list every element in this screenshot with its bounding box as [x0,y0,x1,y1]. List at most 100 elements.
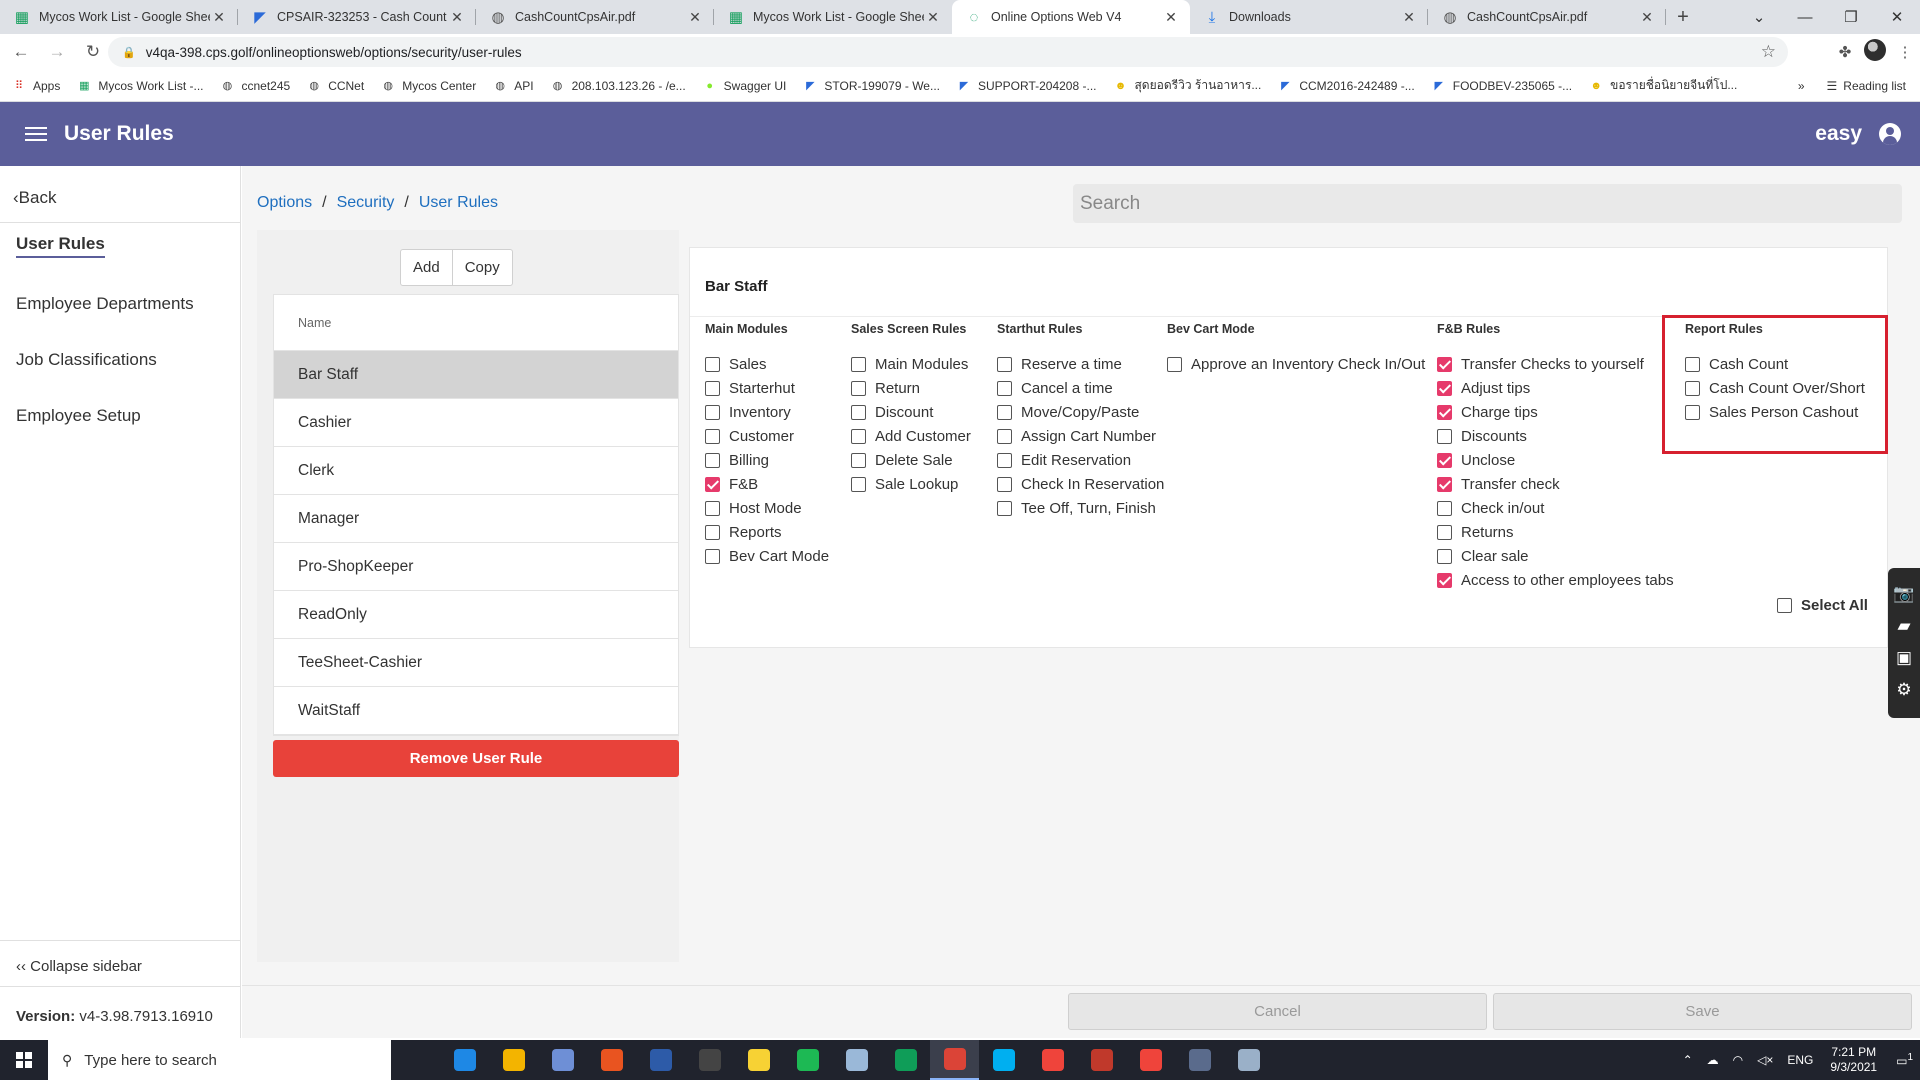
sidebar-item-employee-departments[interactable]: Employee Departments [16,294,194,314]
notepad-icon[interactable] [832,1040,881,1080]
spotify-icon[interactable] [783,1040,832,1080]
checkbox-box[interactable] [705,428,720,444]
reading-list-link[interactable]: Reading list [1843,79,1906,93]
rule-checkbox[interactable]: Tee Off, Turn, Finish [997,496,1164,520]
checkbox-box[interactable] [851,428,866,444]
browser-tab[interactable]: ◍ CashCountCpsAir.pdf ✕ [1428,0,1666,34]
maximize-button[interactable]: ❐ [1828,8,1874,26]
checkbox-box[interactable] [1437,356,1452,372]
rule-checkbox[interactable]: Reports [705,520,829,544]
collapse-sidebar-button[interactable]: ‹‹ Collapse sidebar [16,958,142,975]
gear-icon[interactable]: ⚙ [1896,674,1911,706]
rule-checkbox[interactable]: Transfer check [1437,472,1674,496]
checkbox-box[interactable] [851,452,866,468]
file-explorer-icon[interactable] [489,1040,538,1080]
rule-checkbox[interactable]: Discounts [1437,424,1674,448]
rule-checkbox[interactable]: Host Mode [705,496,829,520]
checkbox-box[interactable] [997,356,1012,372]
rule-checkbox[interactable]: Starterhut [705,376,829,400]
lock-icon[interactable]: 🔒 [122,46,136,59]
checkbox-box[interactable] [851,380,866,396]
add-button[interactable]: Add [401,250,452,285]
rule-checkbox[interactable]: Assign Cart Number [997,424,1164,448]
checkbox-box[interactable] [1167,356,1182,372]
close-tab-icon[interactable]: ✕ [1400,9,1418,26]
checkbox-box[interactable] [705,380,720,396]
language-indicator[interactable]: ENG [1787,1053,1813,1067]
clock[interactable]: 7:21 PM 9/3/2021 [1830,1045,1877,1075]
bookmark-item[interactable]: ☻ ขอรายชื่อนิยายจีนที่โป... [1589,76,1737,95]
checkbox-box[interactable] [705,548,720,564]
checkbox-box[interactable] [1437,476,1452,492]
rule-checkbox[interactable]: Reserve a time [997,352,1164,376]
rule-checkbox[interactable]: Check In Reservation [997,472,1164,496]
close-tab-icon[interactable]: ✕ [686,9,704,26]
browser-tab[interactable]: ⤓ Downloads ✕ [1190,0,1428,34]
column-header-name[interactable]: Name [274,295,678,351]
browser-tab[interactable]: ◍ CashCountCpsAir.pdf ✕ [476,0,714,34]
camera-icon[interactable]: 📷 [1893,578,1914,610]
bookmark-item[interactable]: ⠿ Apps [12,79,60,93]
user-rule-row[interactable]: Manager [274,495,678,543]
bookmark-item[interactable]: ◍ 208.103.123.26 - /e... [551,79,686,93]
user-rule-row[interactable]: ReadOnly [274,591,678,639]
reading-list-icon[interactable]: ☰ [1827,79,1838,93]
bookmark-item[interactable]: ◤ FOODBEV-235065 -... [1432,79,1573,93]
back-arrow-icon[interactable]: ← [6,42,36,62]
tab-search-icon[interactable]: ⌄ [1736,8,1782,26]
extensions-icon[interactable]: ✤ [1830,43,1860,61]
ubuntu-icon[interactable] [587,1040,636,1080]
rule-checkbox[interactable]: Customer [705,424,829,448]
rule-checkbox[interactable]: Delete Sale [851,448,971,472]
checkbox-box[interactable] [997,428,1012,444]
bookmark-item[interactable]: ◍ ccnet245 [220,79,291,93]
sidebar-item-employee-setup[interactable]: Employee Setup [16,406,141,426]
volume-icon[interactable]: ◁× [1757,1053,1773,1067]
anydesk-icon[interactable] [1028,1040,1077,1080]
rule-checkbox[interactable]: Return [851,376,971,400]
close-tab-icon[interactable]: ✕ [448,9,466,26]
rule-checkbox[interactable]: Cancel a time [997,376,1164,400]
checkbox-box[interactable] [997,500,1012,516]
rule-checkbox[interactable]: Edit Reservation [997,448,1164,472]
bookmark-item[interactable]: ◍ CCNet [307,79,364,93]
windows-start-icon[interactable] [0,1040,48,1080]
rule-checkbox[interactable]: F&B [705,472,829,496]
profile-avatar[interactable] [1860,39,1890,65]
checkbox-box[interactable] [705,476,720,492]
notification-icon[interactable]: ▭1 [1896,1052,1913,1068]
checkbox-box[interactable] [1437,380,1452,396]
paint-icon[interactable] [1224,1040,1273,1080]
user-rule-row[interactable]: Pro-ShopKeeper [274,543,678,591]
bookmark-item[interactable]: ☻ สุดยอดรีวิว ร้านอาหาร... [1113,76,1262,95]
checkbox-box[interactable] [997,476,1012,492]
account-circle-icon[interactable] [1879,123,1901,145]
sidebar-item-user-rules[interactable]: User Rules [16,234,105,258]
close-window-button[interactable]: ✕ [1874,8,1920,26]
breadcrumb-options[interactable]: Options [257,194,312,212]
rule-checkbox[interactable]: Clear sale [1437,544,1674,568]
checkbox-box[interactable] [705,452,720,468]
chrome-icon[interactable] [930,1040,979,1080]
checkbox-box[interactable] [1437,428,1452,444]
rule-checkbox[interactable]: Add Customer [851,424,971,448]
rule-checkbox[interactable]: Returns [1437,520,1674,544]
browser-tab[interactable]: ◌ Online Options Web V4 ✕ [952,0,1190,34]
browser-tab[interactable]: ▦ Mycos Work List - Google Sheets ✕ [714,0,952,34]
rule-checkbox[interactable]: Billing [705,448,829,472]
bookmark-item[interactable]: ● Swagger UI [703,79,786,93]
taskbar-search-box[interactable]: ⚲ Type here to search [48,1040,391,1080]
rule-checkbox[interactable]: Unclose [1437,448,1674,472]
hamburger-menu-icon[interactable] [25,123,47,145]
minimize-button[interactable]: — [1782,9,1828,26]
rule-checkbox[interactable]: Adjust tips [1437,376,1674,400]
mail-icon[interactable] [440,1040,489,1080]
cloud-icon[interactable]: ☁ [1707,1053,1719,1067]
copy-button[interactable]: Copy [451,250,512,285]
bookmark-item[interactable]: ▦ Mycos Work List -... [77,79,203,93]
rule-checkbox[interactable]: Access to other employees tabs [1437,568,1674,592]
checkbox-box[interactable] [1437,500,1452,516]
checkbox-box[interactable] [851,476,866,492]
bookmark-item[interactable]: ◍ Mycos Center [381,79,476,93]
checkbox-box[interactable] [705,404,720,420]
